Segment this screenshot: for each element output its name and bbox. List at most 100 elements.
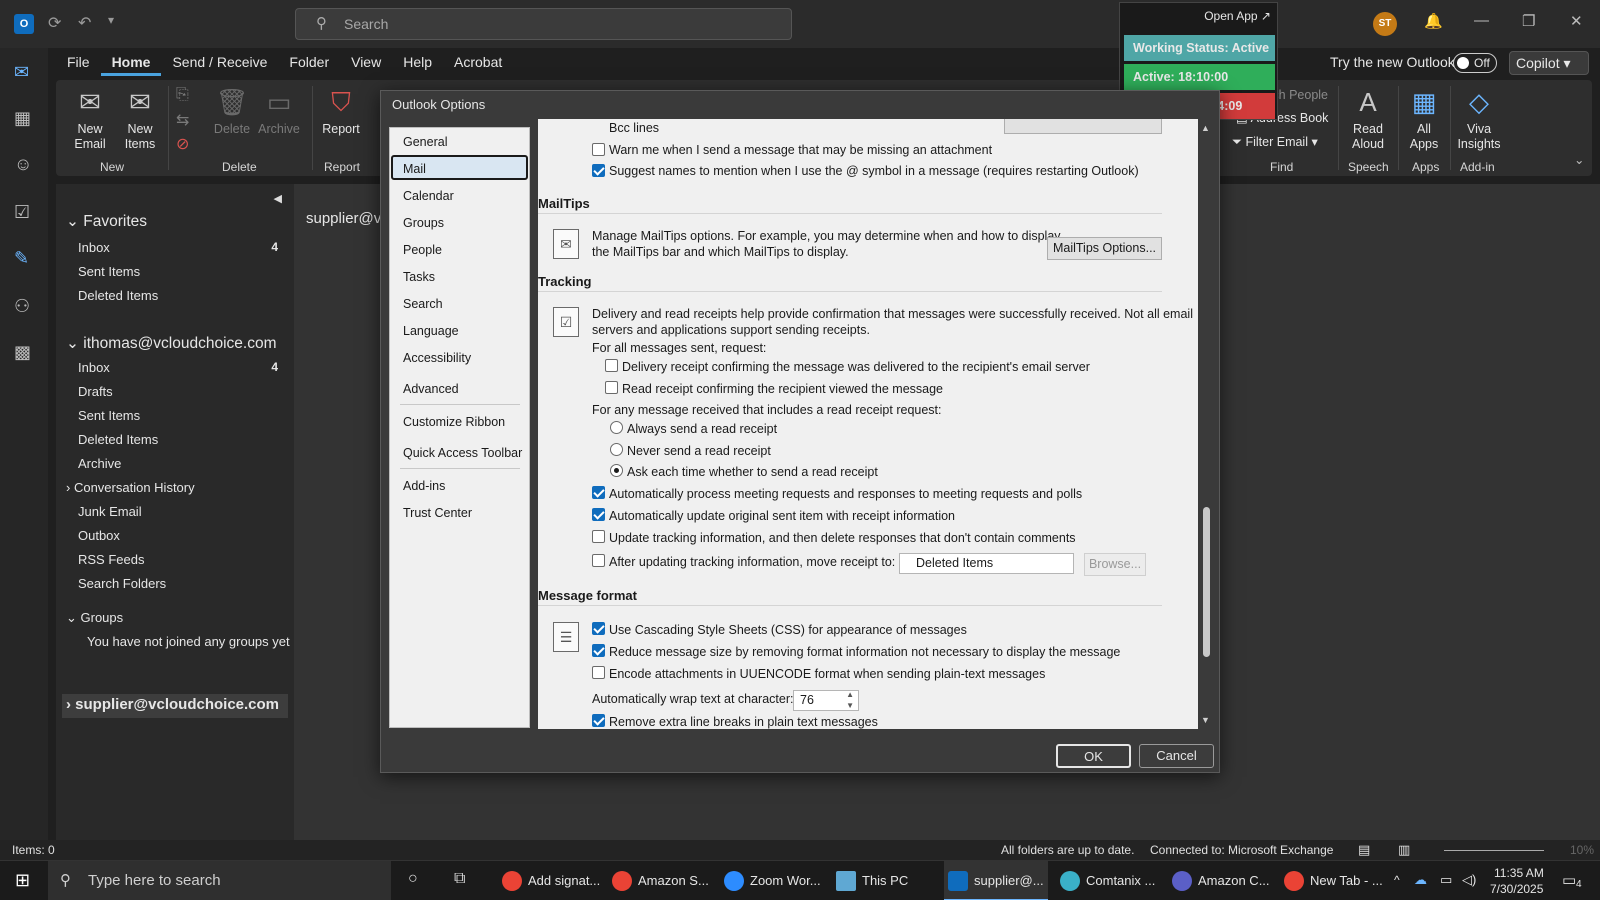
receipt-folder-field[interactable]: Deleted Items	[899, 553, 1074, 574]
new-email-button[interactable]: ✉ New Email	[68, 86, 112, 152]
taskbar-app-chrome-2[interactable]: Amazon S...	[608, 861, 712, 900]
cortana-icon[interactable]: ○	[408, 870, 418, 888]
nav-accessibility[interactable]: Accessibility	[403, 351, 471, 365]
folder-conversation-history[interactable]: › Conversation History	[66, 480, 195, 495]
viva-insights-button[interactable]: ◇ Viva Insights	[1456, 86, 1502, 152]
browse-button[interactable]: Browse...	[1084, 553, 1146, 576]
tab-folder[interactable]: Folder	[278, 48, 340, 76]
nav-add-ins[interactable]: Add-ins	[403, 479, 445, 493]
nav-customize-ribbon[interactable]: Customize Ribbon	[403, 415, 505, 429]
folder-drafts[interactable]: Drafts	[78, 384, 113, 399]
bell-icon[interactable]: 🔔	[1424, 12, 1443, 30]
more-apps-icon[interactable]: ▩	[14, 342, 31, 363]
taskbar-app-comtanix[interactable]: Comtanix ...	[1056, 861, 1160, 900]
avatar[interactable]: ST	[1373, 12, 1397, 36]
scroll-down-icon[interactable]: ▼	[1201, 715, 1210, 725]
taskbar-app-chrome-1[interactable]: Add signat...	[498, 861, 602, 900]
taskbar-app-this-pc[interactable]: This PC	[832, 861, 936, 900]
people-icon[interactable]: ☺	[14, 154, 32, 175]
minimize-icon[interactable]: —	[1474, 12, 1489, 29]
nav-calendar[interactable]: Calendar	[403, 189, 454, 203]
collapse-pane-icon[interactable]: ◀	[274, 192, 282, 205]
always-send-radio[interactable]	[610, 421, 623, 434]
folder-sent-items[interactable]: Sent Items	[78, 408, 140, 423]
tab-help[interactable]: Help	[392, 48, 443, 76]
open-app-link[interactable]: Open App ↗	[1204, 9, 1271, 23]
volume-icon[interactable]: ◁)	[1462, 872, 1476, 888]
selected-account[interactable]: › supplier@vcloudchoice.com	[66, 696, 279, 713]
nav-people[interactable]: People	[403, 243, 442, 257]
nav-language[interactable]: Language	[403, 324, 459, 338]
tray-chevron-icon[interactable]: ^	[1394, 873, 1400, 887]
never-send-radio[interactable]	[610, 443, 623, 456]
qat-dropdown-icon[interactable]: ▾	[108, 13, 114, 27]
encode-uuencode-checkbox[interactable]	[592, 666, 605, 679]
ok-button[interactable]: OK	[1056, 744, 1131, 768]
archive-button[interactable]: ▭ Archive	[256, 86, 302, 137]
normal-view-icon[interactable]: ▤	[1358, 842, 1370, 858]
folder-search-folders[interactable]: Search Folders	[78, 576, 166, 591]
cancel-button[interactable]: Cancel	[1139, 744, 1214, 768]
read-receipt-checkbox[interactable]	[605, 381, 618, 394]
filter-email-button[interactable]: ⏷ Filter Email ▾	[1232, 134, 1318, 150]
folder-favorites-sent[interactable]: Sent Items	[78, 264, 140, 279]
nav-mail[interactable]: Mail	[403, 162, 426, 176]
nav-groups[interactable]: Groups	[403, 216, 444, 230]
task-view-icon[interactable]: ⧉	[454, 870, 465, 888]
tasks-icon[interactable]: ☑	[14, 202, 30, 223]
mail-icon[interactable]: ✉	[14, 62, 29, 83]
ignore-icon[interactable]: ⎘	[176, 86, 189, 104]
calendar-icon[interactable]: ▦	[14, 108, 31, 129]
taskbar-search-input[interactable]: ⚲ Type here to search	[48, 861, 391, 900]
restore-icon[interactable]: ❐	[1522, 12, 1535, 30]
scrollbar-thumb[interactable]	[1203, 507, 1210, 657]
undo-icon[interactable]: ↶	[78, 13, 91, 33]
options-scrollbar[interactable]: ▲ ▼	[1198, 119, 1215, 729]
close-icon[interactable]: ✕	[1570, 12, 1583, 30]
folder-rss-feeds[interactable]: RSS Feeds	[78, 552, 144, 567]
nav-tasks[interactable]: Tasks	[403, 270, 435, 284]
search-input[interactable]: ⚲ Search	[295, 8, 792, 40]
network-icon[interactable]: ▭	[1440, 872, 1452, 888]
reading-view-icon[interactable]: ▥	[1398, 842, 1410, 858]
reduce-size-checkbox[interactable]	[592, 644, 605, 657]
groups-header[interactable]: ⌄ Groups	[66, 610, 123, 626]
update-tracking-checkbox[interactable]	[592, 530, 605, 543]
tab-acrobat[interactable]: Acrobat	[443, 48, 513, 76]
warn-attachment-checkbox[interactable]	[592, 143, 605, 156]
taskbar-app-chrome-3[interactable]: New Tab - ...	[1280, 861, 1384, 900]
tab-view[interactable]: View	[340, 48, 392, 76]
nav-general[interactable]: General	[403, 135, 447, 149]
folder-inbox[interactable]: Inbox	[78, 360, 110, 375]
auto-process-checkbox[interactable]	[592, 486, 605, 499]
tab-file[interactable]: File	[56, 48, 101, 76]
nav-quick-access-toolbar[interactable]: Quick Access Toolbar	[403, 446, 522, 460]
after-updating-checkbox[interactable]	[592, 554, 605, 567]
report-button[interactable]: ⛉ Report	[318, 86, 364, 137]
copilot-button[interactable]: Copilot ▾	[1509, 51, 1589, 75]
cleanup-icon[interactable]: ⇆	[176, 110, 189, 130]
all-apps-button[interactable]: ▦ All Apps	[1404, 86, 1444, 152]
try-new-outlook-toggle[interactable]: Off	[1453, 53, 1497, 73]
taskbar-app-zoom[interactable]: Zoom Wor...	[720, 861, 824, 900]
delivery-receipt-checkbox[interactable]	[605, 359, 618, 372]
junk-icon[interactable]: ⊘	[176, 134, 189, 154]
taskbar-app-teams[interactable]: Amazon C...	[1168, 861, 1272, 900]
account-header[interactable]: ⌄ ithomas@vcloudchoice.com	[66, 334, 277, 353]
read-aloud-button[interactable]: A Read Aloud	[1344, 86, 1392, 152]
tab-home[interactable]: Home	[100, 48, 162, 76]
nav-search[interactable]: Search	[403, 297, 443, 311]
ribbon-collapse-icon[interactable]: ⌄	[1574, 152, 1584, 167]
folder-junk-email[interactable]: Junk Email	[78, 504, 142, 519]
clock-time[interactable]: 11:35 AM	[1494, 866, 1544, 880]
empty-autocomplete-button[interactable]	[1004, 119, 1162, 134]
folder-deleted-items[interactable]: Deleted Items	[78, 432, 158, 447]
tab-send-receive[interactable]: Send / Receive	[161, 48, 278, 76]
nav-advanced[interactable]: Advanced	[403, 382, 459, 396]
org-icon[interactable]: ⚇	[14, 296, 30, 317]
folder-favorites-deleted[interactable]: Deleted Items	[78, 288, 158, 303]
clock-date[interactable]: 7/30/2025	[1490, 882, 1543, 896]
suggest-names-checkbox[interactable]	[592, 164, 605, 177]
zoom-level[interactable]: 10%	[1570, 843, 1594, 857]
wrap-text-stepper[interactable]: 76 ▲ ▼	[793, 690, 859, 711]
